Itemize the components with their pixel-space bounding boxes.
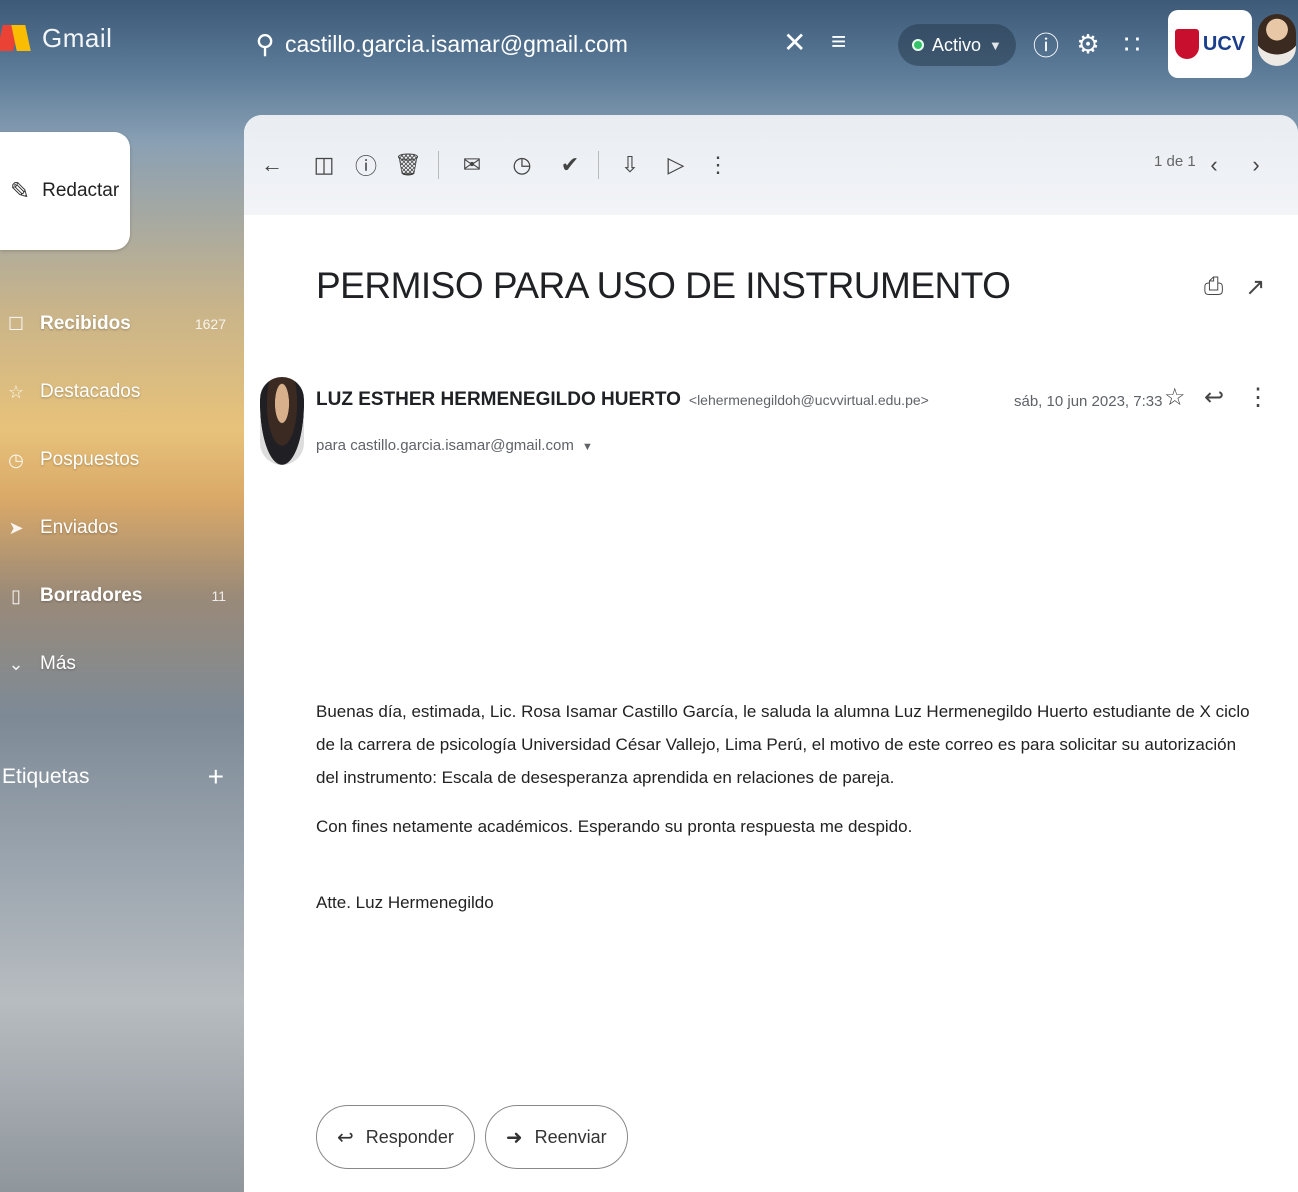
message-date: sáb, 10 jun 2023, 7:33 <box>1014 393 1163 410</box>
sidebar-item-label: Destacados <box>40 381 141 402</box>
chevron-down-icon: ▼ <box>989 37 1002 53</box>
ucv-shield-icon <box>1174 29 1199 59</box>
reply-icon: ↩ <box>337 1126 354 1149</box>
sender-avatar[interactable] <box>260 377 304 465</box>
mark-unread-icon[interactable]: ✉ <box>456 147 488 183</box>
status-dot-icon <box>912 39 924 51</box>
sidebar-item-snoozed[interactable]: ◷ Pospuestos <box>0 426 240 494</box>
message-toolbar: ← ◫ ⓘ 🗑 ✉ ◷ ✔ ⇩ ▷ ⋮ 1 de 1 ‹ › <box>244 115 1298 215</box>
trash-icon[interactable]: 🗑 <box>392 147 424 183</box>
search-bar: ⚲ ✕ ≡ <box>245 12 865 76</box>
open-in-new-window-icon[interactable]: ↗ <box>1245 273 1265 302</box>
back-arrow-icon[interactable]: ← <box>256 147 288 183</box>
sidebar-item-label: Enviados <box>40 517 119 538</box>
chevron-down-icon: ⌄ <box>8 653 24 674</box>
sidebar-item-label: Borradores <box>40 585 143 606</box>
compose-button[interactable]: ✎ Redactar <box>0 132 130 250</box>
sidebar-item-more[interactable]: ⌄ Más <box>0 630 240 698</box>
organization-badge: UCV <box>1202 32 1246 55</box>
search-icon[interactable]: ⚲ <box>245 24 285 64</box>
clock-icon: ◷ <box>8 449 24 470</box>
search-input[interactable] <box>285 30 745 58</box>
body-signature: Atte. Luz Hermenegildo <box>316 892 494 912</box>
sidebar-item-starred[interactable]: ☆ Destacados <box>0 358 240 426</box>
sidebar-item-label: Pospuestos <box>40 449 140 470</box>
labels-header: Etiquetas + <box>0 752 240 802</box>
toolbar-divider <box>598 151 599 179</box>
draft-icon: ▯ <box>11 585 21 606</box>
body-paragraph: Con fines netamente académicos. Esperand… <box>316 817 913 837</box>
subject-actions: ⎙ ↗ <box>1204 273 1265 302</box>
report-spam-icon[interactable]: ⓘ <box>350 147 382 183</box>
star-icon[interactable]: ☆ <box>1164 383 1186 412</box>
forward-icon: ➜ <box>505 1126 523 1149</box>
pencil-icon: ✎ <box>10 177 31 205</box>
sidebar-item-label: Más <box>40 653 76 674</box>
top-bar: Gmail ⚲ ✕ ≡ Activo ▼ ⓘ ⚙ ∷ UCV <box>0 0 1298 92</box>
sender-line: LUZ ESTHER HERMENEGILDO HUERTO <lehermen… <box>316 389 929 411</box>
chevron-left-icon[interactable]: ‹ <box>1198 147 1230 183</box>
message-view: ← ◫ ⓘ 🗑 ✉ ◷ ✔ ⇩ ▷ ⋮ 1 de 1 ‹ › PERMISO P… <box>244 115 1298 1192</box>
close-icon[interactable]: ✕ <box>783 26 806 59</box>
move-to-icon[interactable]: ⇩ <box>614 147 646 183</box>
sidebar-nav: ☐ Recibidos 1627 ☆ Destacados ◷ Pospuest… <box>0 290 240 698</box>
send-icon: ➤ <box>8 517 24 538</box>
archive-icon[interactable]: ◫ <box>308 147 340 183</box>
sidebar-item-inbox[interactable]: ☐ Recibidos 1627 <box>0 290 240 358</box>
message-actions: ↩ Responder ➜ Reenviar <box>316 1105 628 1169</box>
sidebar-item-sent[interactable]: ➤ Enviados <box>0 494 240 562</box>
body-paragraph: Buenas día, estimada, Lic. Rosa Isamar C… <box>316 702 1250 788</box>
app-name: Gmail <box>42 22 113 53</box>
add-task-icon[interactable]: ✔ <box>554 147 586 183</box>
recipient-line: para castillo.garcia.isamar@gmail.com ▼ <box>316 437 593 454</box>
labels-title: Etiquetas <box>2 765 90 788</box>
chevron-right-icon[interactable]: › <box>1240 147 1272 183</box>
snooze-icon[interactable]: ◷ <box>506 147 538 183</box>
gmail-logo-icon <box>0 23 34 53</box>
add-label-icon[interactable]: + <box>208 761 224 793</box>
unread-count: 1627 <box>194 316 226 332</box>
reply-icon[interactable]: ↩ <box>1204 383 1224 412</box>
label-icon[interactable]: ▷ <box>660 147 692 183</box>
reply-label: Responder <box>365 1126 454 1147</box>
more-vert-icon[interactable]: ⋮ <box>1246 383 1270 412</box>
print-icon[interactable]: ⎙ <box>1204 273 1223 302</box>
help-icon[interactable]: ⓘ <box>1026 24 1066 64</box>
sender-name[interactable]: LUZ ESTHER HERMENEGILDO HUERTO <box>316 389 681 411</box>
status-label: Activo <box>932 34 982 55</box>
forward-label: Reenviar <box>534 1126 607 1147</box>
star-icon: ☆ <box>7 381 25 402</box>
toolbar-divider <box>438 151 439 179</box>
recipient-text: para castillo.garcia.isamar@gmail.com <box>316 437 574 454</box>
message-subject: PERMISO PARA USO DE INSTRUMENTO <box>316 265 1011 306</box>
inbox-icon: ☐ <box>7 313 25 334</box>
apps-grid-icon[interactable]: ∷ <box>1112 24 1152 64</box>
drafts-count: 11 <box>211 588 226 604</box>
organization-logo[interactable]: UCV <box>1168 10 1252 78</box>
sidebar-item-drafts[interactable]: ▯ Borradores 11 <box>0 562 240 630</box>
reply-button[interactable]: ↩ Responder <box>316 1105 475 1169</box>
more-options-icon[interactable]: ⋮ <box>702 147 734 183</box>
forward-button[interactable]: ➜ Reenviar <box>484 1105 628 1169</box>
gmail-logo[interactable]: Gmail <box>0 18 112 58</box>
account-avatar[interactable] <box>1258 14 1296 66</box>
compose-label: Redactar <box>42 180 120 201</box>
pagination-text: 1 de 1 <box>1154 153 1196 170</box>
status-selector[interactable]: Activo ▼ <box>898 24 1016 66</box>
filter-options-icon[interactable]: ≡ <box>831 26 846 57</box>
message-body: Buenas día, estimada, Lic. Rosa Isamar C… <box>316 695 1256 935</box>
sender-email: <lehermenegildoh@ucvvirtual.edu.pe> <box>688 392 929 408</box>
gear-icon[interactable]: ⚙ <box>1068 24 1108 64</box>
show-details-icon[interactable]: ▼ <box>582 441 593 453</box>
sidebar-item-label: Recibidos <box>40 313 131 334</box>
